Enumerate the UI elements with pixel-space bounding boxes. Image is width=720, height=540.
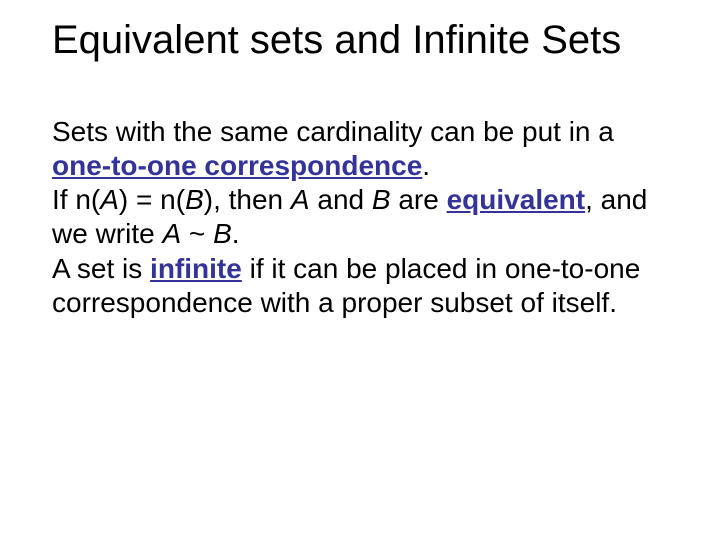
slide: Equivalent sets and Infinite Sets Sets w… bbox=[0, 0, 720, 540]
term-equivalent: equivalent bbox=[447, 184, 585, 215]
text: are bbox=[391, 184, 447, 215]
slide-title: Equivalent sets and Infinite Sets bbox=[52, 18, 680, 63]
text: If n( bbox=[52, 184, 100, 215]
var-a: A bbox=[291, 184, 310, 215]
term-one-to-one: one-to-one correspondence bbox=[52, 150, 422, 181]
text: and bbox=[310, 184, 372, 215]
text: Sets with the same cardinality can be pu… bbox=[52, 116, 614, 147]
term-infinite: infinite bbox=[150, 253, 242, 284]
paragraph-1: Sets with the same cardinality can be pu… bbox=[52, 115, 672, 183]
text: . bbox=[232, 218, 240, 249]
var-a: A bbox=[162, 218, 181, 249]
text: . bbox=[422, 150, 430, 181]
var-a: A bbox=[100, 184, 119, 215]
text: ), then bbox=[204, 184, 291, 215]
paragraph-3: A set is infinite if it can be placed in… bbox=[52, 252, 672, 320]
text: ~ bbox=[181, 218, 213, 249]
text: A set is bbox=[52, 253, 150, 284]
text: ) = n( bbox=[119, 184, 185, 215]
var-b: B bbox=[213, 218, 232, 249]
paragraph-2: If n(A) = n(B), then A and B are equival… bbox=[52, 183, 672, 251]
var-b: B bbox=[372, 184, 391, 215]
var-b: B bbox=[185, 184, 204, 215]
slide-body: Sets with the same cardinality can be pu… bbox=[52, 115, 672, 320]
